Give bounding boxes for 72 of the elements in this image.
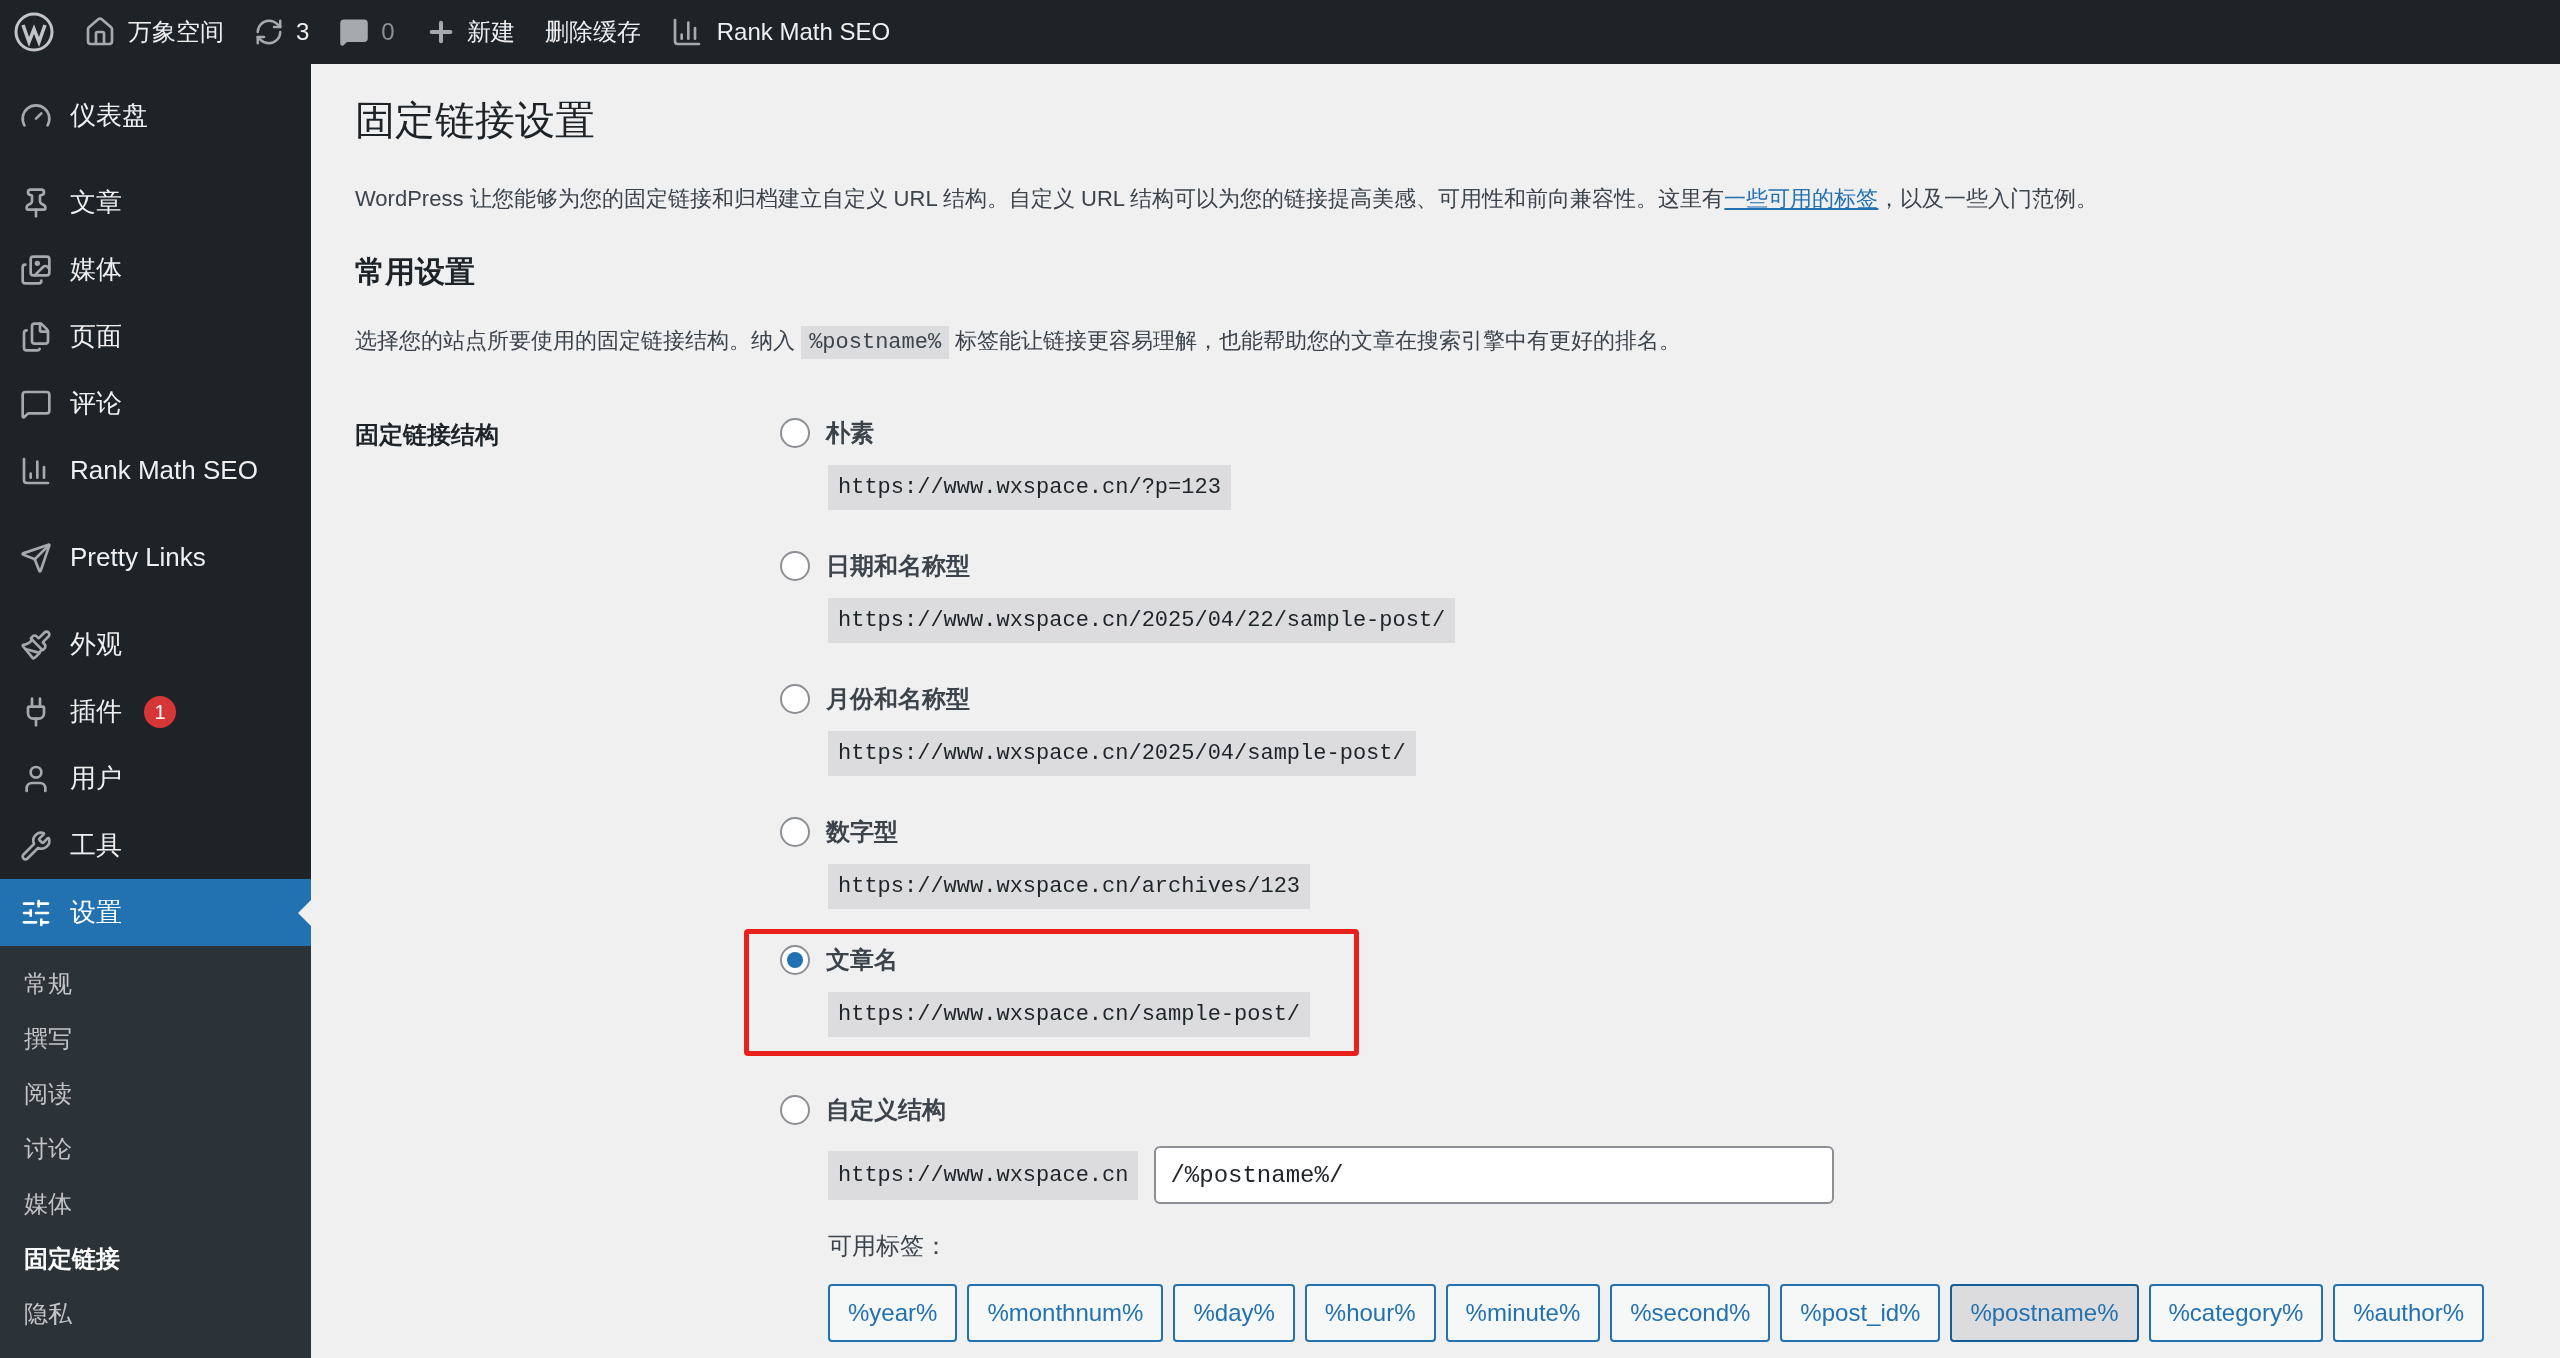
option-label: 文章名 xyxy=(826,945,898,975)
menu-item[interactable]: Rank Math SEO xyxy=(0,437,311,504)
menu-item[interactable]: 工具 xyxy=(0,812,311,879)
menu-item[interactable]: 仪表盘 xyxy=(0,82,311,149)
radio-button[interactable] xyxy=(780,817,810,847)
tag-button[interactable]: %year% xyxy=(828,1284,958,1342)
code-snippet: %postname% xyxy=(801,326,950,359)
tag-button[interactable]: %postname% xyxy=(1950,1284,2139,1342)
menu-item[interactable]: 评论 xyxy=(0,370,311,437)
url-prefix: https://www.wxspace.cn xyxy=(828,1150,1139,1200)
tag-button[interactable]: %second% xyxy=(1610,1284,1771,1342)
field-label: 固定链接结构 xyxy=(355,420,500,450)
menu-item[interactable]: 用户 xyxy=(0,745,311,812)
radio-button[interactable] xyxy=(780,551,810,581)
option-label: 朴素 xyxy=(826,418,874,448)
tags-link[interactable]: 一些可用的标签 xyxy=(1724,186,1879,211)
wordpress-logo-icon[interactable] xyxy=(14,12,54,52)
structure-input[interactable]: /%postname%/ xyxy=(1154,1146,1835,1204)
option-label: 日期和名称型 xyxy=(826,551,970,581)
submenu-item[interactable]: 常规 xyxy=(0,956,311,1011)
tag-button[interactable]: %monthnum% xyxy=(967,1284,1164,1342)
section-title: 常用设置 xyxy=(355,254,476,290)
comment-count: 0 xyxy=(381,17,395,47)
section-description: 选择您的站点所要使用的固定链接结构。纳入 %postname% 标签能让链接更容易理解，也能帮助您的文章在搜索引擎中有更好的排名。 xyxy=(355,324,2520,359)
tag-button[interactable]: %category% xyxy=(2148,1284,2324,1342)
update-count: 3 xyxy=(296,17,310,47)
url-example: https://www.wxspace.cn/archives/123 xyxy=(828,864,1311,909)
url-example: https://www.wxspace.cn/?p=123 xyxy=(828,465,1231,510)
site-link[interactable]: 万象空间 xyxy=(128,14,224,50)
tag-button[interactable]: %author% xyxy=(2333,1284,2484,1342)
option-label: 数字型 xyxy=(826,817,898,847)
tag-button[interactable]: %day% xyxy=(1173,1284,1295,1342)
tag-button[interactable]: %minute% xyxy=(1445,1284,1601,1342)
menu-item[interactable]: 文章 xyxy=(0,169,311,236)
option-label: 自定义结构 xyxy=(826,1095,946,1125)
menu-item[interactable]: 设置 xyxy=(0,879,311,946)
submenu-item[interactable]: 撰写 xyxy=(0,1011,311,1066)
option-label: 月份和名称型 xyxy=(826,684,970,714)
radio-button[interactable] xyxy=(780,418,810,448)
url-example: https://www.wxspace.cn/2025/04/22/sample-post/ xyxy=(828,598,1456,643)
wrench-icon xyxy=(20,829,52,862)
radio-button[interactable] xyxy=(780,945,810,975)
clear-cache-link[interactable]: 删除缓存 xyxy=(544,14,641,50)
notification-badge: 1 xyxy=(144,695,176,728)
menu-item[interactable]: 媒体 xyxy=(0,236,311,303)
url-example: https://www.wxspace.cn/sample-post/ xyxy=(828,992,1311,1037)
menu-item[interactable]: Pretty Links xyxy=(0,524,311,591)
submenu-item[interactable]: 固定链接 xyxy=(0,1231,311,1286)
tag-button[interactable]: %post_id% xyxy=(1780,1284,1941,1342)
new-link[interactable]: 新建 xyxy=(466,14,515,50)
menu-item[interactable]: 外观 xyxy=(0,611,311,678)
updates-icon[interactable] xyxy=(254,17,284,47)
pages-icon xyxy=(20,320,52,353)
radio-button[interactable] xyxy=(780,1095,810,1125)
active-pointer-icon xyxy=(298,900,311,926)
home-icon[interactable] xyxy=(84,16,116,48)
submenu-item[interactable]: 隐私 xyxy=(0,1286,311,1341)
tag-button[interactable]: %hour% xyxy=(1304,1284,1436,1342)
images-icon xyxy=(20,253,52,286)
tags-label: 可用标签： xyxy=(828,1231,949,1261)
seo-link[interactable]: Rank Math SEO xyxy=(716,14,891,50)
menu-item[interactable]: 插件 1 xyxy=(0,678,311,745)
brush-icon xyxy=(20,628,52,661)
url-example: https://www.wxspace.cn/2025/04/sample-post/ xyxy=(828,731,1416,776)
submenu-item[interactable]: 媒体 xyxy=(0,1176,311,1231)
intro-text: WordPress 让您能够为您的固定链接和归档建立自定义 URL 结构。自定义 URL 结构可以为您的链接提高美感、可用性和前向兼容性。这里有一些可用的标签，以及一些入门范例。 xyxy=(355,185,2100,213)
page-title: 固定链接设置 xyxy=(355,97,596,144)
comment-icon[interactable] xyxy=(339,17,370,47)
submenu-item[interactable]: 阅读 xyxy=(0,1066,311,1121)
submenu-item[interactable]: 讨论 xyxy=(0,1121,311,1176)
menu-item[interactable]: 页面 xyxy=(0,303,311,370)
radio-button[interactable] xyxy=(780,684,810,714)
